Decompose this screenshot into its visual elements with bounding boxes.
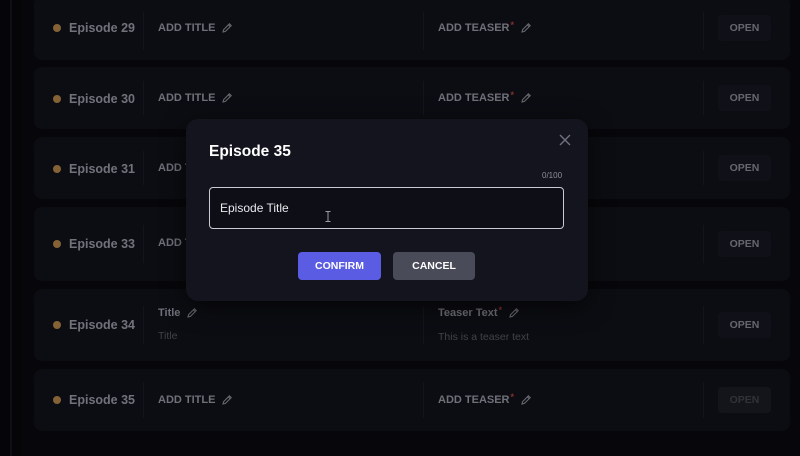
character-counter: 0/100 [542, 171, 563, 180]
episode-title-input[interactable] [209, 187, 564, 229]
text-cursor-icon [325, 211, 331, 222]
cancel-button[interactable]: CANCEL [393, 252, 475, 280]
confirm-button[interactable]: CONFIRM [298, 252, 381, 280]
edit-title-modal: Episode 35 0/100 CONFIRM CANCEL [186, 119, 588, 301]
modal-title: Episode 35 [209, 143, 291, 160]
close-icon[interactable] [558, 133, 572, 147]
